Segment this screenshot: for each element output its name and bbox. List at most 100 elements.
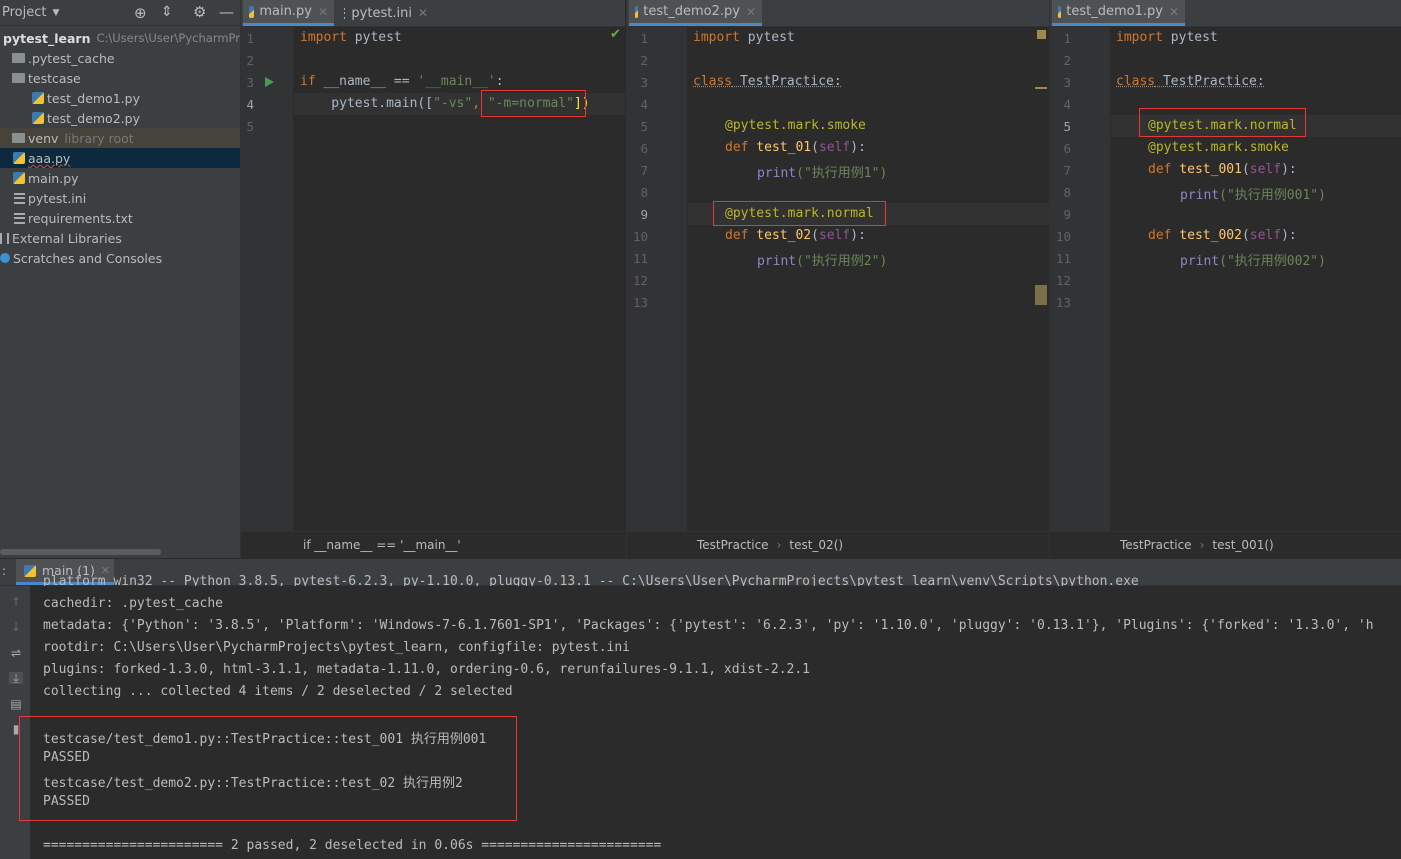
breadcrumb: if __name__ == '__main__' <box>241 531 625 558</box>
python-file-icon <box>13 172 25 184</box>
breadcrumb-separator: › <box>1199 538 1205 552</box>
line-number: 3 <box>246 75 254 90</box>
line-number: 5 <box>1063 119 1071 134</box>
highlight-box <box>1139 108 1306 137</box>
tree-item-external-libraries[interactable]: External Libraries <box>0 228 240 248</box>
line-number: 1 <box>640 31 648 46</box>
tree-item-scratches[interactable]: Scratches and Consoles <box>0 248 240 268</box>
tree-item-label: main.py <box>28 170 79 186</box>
tab-label: test_demo2.py <box>643 4 740 19</box>
tree-item-aaa[interactable]: aaa.py <box>0 148 240 168</box>
close-icon[interactable]: ✕ <box>746 5 756 19</box>
line-number: 9 <box>1063 207 1071 222</box>
console-line: collecting ... collected 4 items / 2 des… <box>43 684 513 699</box>
breadcrumb-class[interactable]: TestPractice <box>1120 538 1192 552</box>
line-number: 12 <box>632 273 648 288</box>
close-icon[interactable]: ✕ <box>1169 5 1179 19</box>
tree-item-main[interactable]: main.py <box>0 168 240 188</box>
line-number: 2 <box>246 53 254 68</box>
code-line: import pytest <box>300 30 402 45</box>
tree-item-label: test_demo2.py <box>47 110 140 126</box>
tree-root-path: C:\Users\User\PycharmPr <box>96 31 240 45</box>
scroll-marker[interactable] <box>1035 285 1047 305</box>
collapse-icon[interactable]: ⇕ <box>161 4 173 20</box>
horizontal-scrollbar[interactable] <box>0 549 161 555</box>
arrow-up-icon[interactable]: ↑ <box>9 596 23 608</box>
code-line: def test_002(self): <box>1148 228 1297 243</box>
run-icon[interactable] <box>265 77 274 87</box>
tree-item-requirements[interactable]: requirements.txt <box>0 208 240 228</box>
console-line: metadata: {'Python': '3.8.5', 'Platform'… <box>43 618 1374 633</box>
tab-main-py[interactable]: main.py ✕ <box>243 0 334 26</box>
chevron-down-icon[interactable]: ▼ <box>52 8 59 18</box>
tree-item-pytest-ini[interactable]: pytest.ini <box>0 188 240 208</box>
tab-test-demo1[interactable]: test_demo1.py ✕ <box>1052 0 1185 26</box>
tree-item-label: .pytest_cache <box>28 50 115 66</box>
close-icon[interactable]: ✕ <box>318 5 328 19</box>
tree-root-label: pytest_learn <box>3 30 91 46</box>
arrow-down-icon[interactable]: ↓ <box>9 621 23 633</box>
close-icon[interactable]: ✕ <box>418 6 428 20</box>
tree-item-label: test_demo1.py <box>47 90 140 106</box>
breadcrumb-item[interactable]: if __name__ == '__main__' <box>303 538 461 552</box>
line-number: 6 <box>640 141 648 156</box>
ini-file-icon <box>14 192 25 204</box>
code-line: @pytest.mark.smoke <box>725 118 866 133</box>
project-header: Project ▼ ⊕ ⇕ ⚙ — <box>0 0 240 26</box>
menu-dots-icon[interactable]: : <box>2 564 6 578</box>
project-view-selector[interactable]: Project <box>2 5 46 20</box>
run-panel: : main (1) ✕ ↑ ↓ ⇌ ⤓ ▤ ▮ platform win32 … <box>0 559 1401 859</box>
highlight-box <box>19 716 517 821</box>
scroll-to-end-icon[interactable]: ⤓ <box>9 672 23 684</box>
marker <box>1035 87 1047 89</box>
line-number: 3 <box>640 75 648 90</box>
breadcrumb-function[interactable]: test_02() <box>789 538 843 552</box>
tree-root[interactable]: pytest_learn C:\Users\User\PycharmPr <box>0 28 240 48</box>
tree-item-test-demo2[interactable]: test_demo2.py <box>0 108 240 128</box>
line-number: 4 <box>246 97 254 112</box>
folder-icon <box>12 133 25 143</box>
minimize-icon[interactable]: — <box>219 3 234 21</box>
line-number: 7 <box>640 163 648 178</box>
tree-item-label: External Libraries <box>12 230 122 246</box>
tree-item-testcase[interactable]: testcase <box>0 68 240 88</box>
line-number: 11 <box>632 251 648 266</box>
breadcrumb: TestPractice › test_001() <box>1050 531 1401 558</box>
gutter: 1 2 3 4 5 6 7 8 9 10 11 12 13 <box>1050 27 1110 532</box>
python-file-icon <box>13 152 25 164</box>
locate-icon[interactable]: ⊕ <box>134 4 147 22</box>
gear-icon[interactable]: ⚙ <box>193 3 206 21</box>
tree-item-label: venv <box>28 130 59 146</box>
line-number: 6 <box>1063 141 1071 156</box>
console-line: plugins: forked-1.3.0, html-3.1.1, metad… <box>43 662 811 677</box>
tree-item-venv[interactable]: venv library root <box>0 128 240 148</box>
line-number: 13 <box>1055 295 1071 310</box>
code-line: print("执行用例1") <box>757 166 888 181</box>
console-line: cachedir: .pytest_cache <box>43 596 224 611</box>
breadcrumb-class[interactable]: TestPractice <box>697 538 769 552</box>
tree-item-test-demo1[interactable]: test_demo1.py <box>0 88 240 108</box>
text-file-icon <box>14 212 25 224</box>
tree-item-pytest-cache[interactable]: .pytest_cache <box>0 48 240 68</box>
tab-label: test_demo1.py <box>1066 4 1163 19</box>
line-number: 1 <box>246 31 254 46</box>
tab-pytest-ini[interactable]: pytest.ini ✕ <box>338 0 434 26</box>
console-line: rootdir: C:\Users\User\PycharmProjects\p… <box>43 640 630 655</box>
tab-label: pytest.ini <box>351 5 412 21</box>
soft-wrap-icon[interactable]: ⇌ <box>9 647 23 659</box>
python-file-icon <box>32 92 44 104</box>
library-root-tag: library root <box>64 130 134 146</box>
highlight-box <box>481 90 586 117</box>
tree-item-label: Scratches and Consoles <box>13 250 163 266</box>
scratches-icon <box>0 253 10 263</box>
folder-icon <box>12 73 25 83</box>
code-line: print("执行用例2") <box>757 254 888 269</box>
breadcrumb-function[interactable]: test_001() <box>1212 538 1273 552</box>
line-number: 4 <box>1063 97 1071 112</box>
tab-test-demo2[interactable]: test_demo2.py ✕ <box>629 0 762 26</box>
code-line: import pytest <box>693 30 795 45</box>
console-line: ======================= 2 passed, 2 dese… <box>43 838 662 853</box>
code-line: print("执行用例002") <box>1180 254 1326 269</box>
print-icon[interactable]: ▤ <box>9 698 23 710</box>
code-line: @pytest.mark.smoke <box>1148 140 1289 155</box>
